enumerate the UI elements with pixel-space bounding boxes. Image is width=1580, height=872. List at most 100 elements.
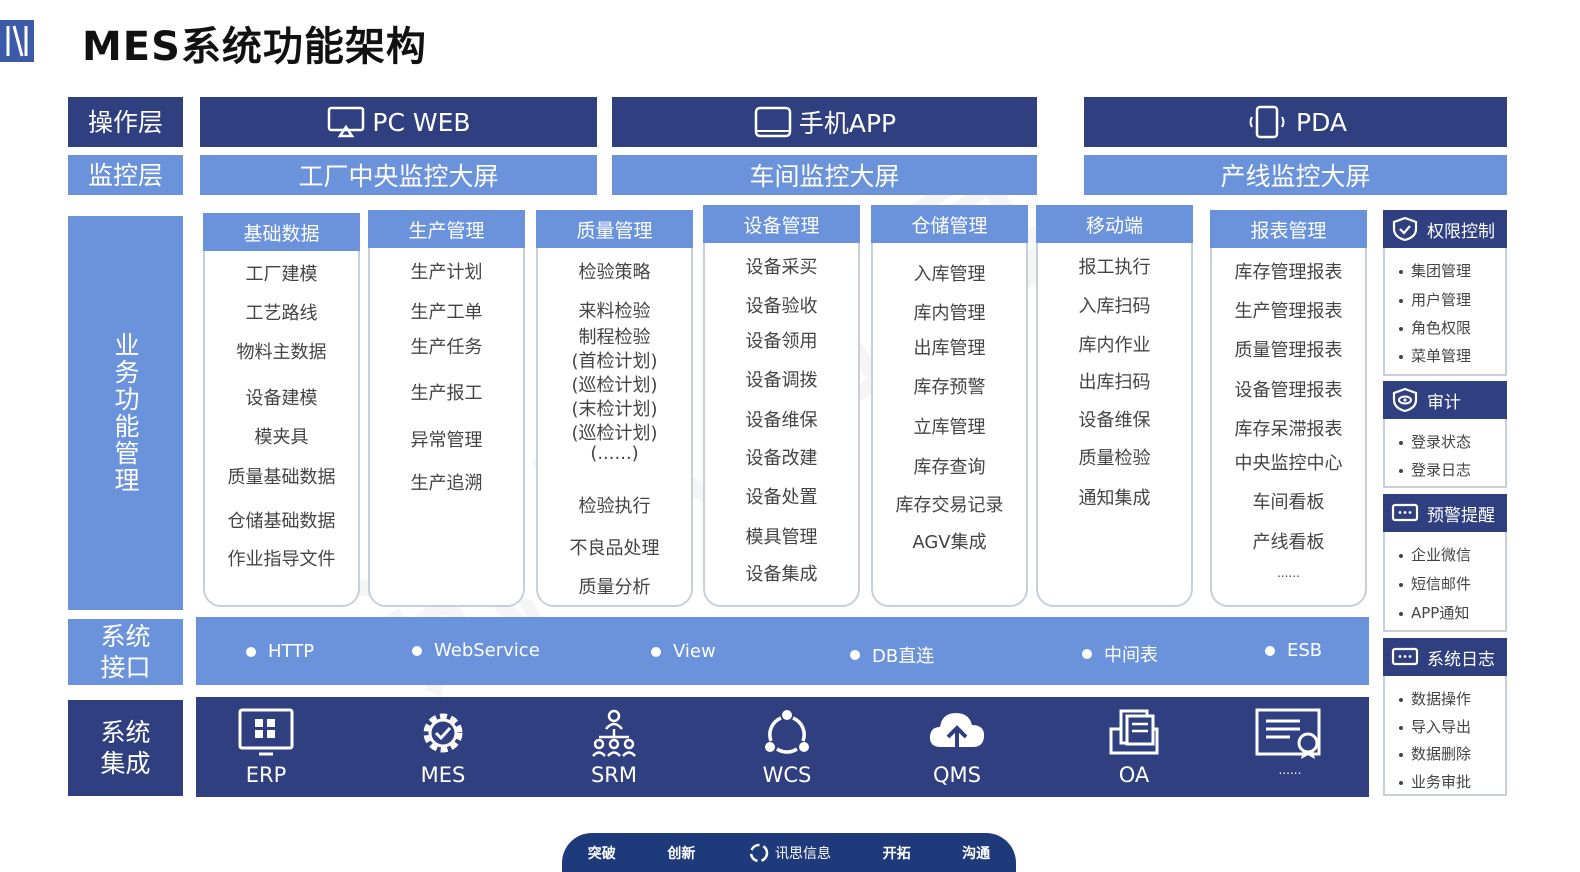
certificate-icon [1255,708,1321,759]
module-title: 基础数据 [203,213,360,251]
module-item: 检验策略 [578,262,651,283]
footer-logo: 讯思信息 [747,843,831,863]
interface-http: HTTP [246,641,314,662]
footer-item: 创新 [667,845,696,862]
module-item: 库存呆滞报表 [1234,419,1343,440]
erp-icon [238,708,294,756]
panel-title: 系统日志 [1427,649,1495,670]
message-icon [1391,647,1419,666]
panel-item: 短信邮件 [1399,573,1471,594]
module-title: 报表管理 [1210,210,1367,248]
panel-title: 审计 [1427,392,1461,413]
module-item: 检验执行 [578,496,651,517]
module-item: 设备维保 [1078,410,1151,431]
module-item: 库存管理报表 [1234,262,1343,283]
module-basic-data: 基础数据 工厂建模 工艺路线 物料主数据 设备建模 模夹具 质量基础数据 仓储基… [203,213,360,607]
module-title: 生产管理 [368,210,525,248]
module-reports: 报表管理 库存管理报表 生产管理报表 质量管理报表 设备管理报表 库存呆滞报表 … [1210,210,1367,607]
monitor-icon [328,106,365,138]
module-item: 不良品处理 [569,538,660,559]
panel-permission: 权限控制 集团管理 用户管理 角色权限 菜单管理 [1383,210,1507,376]
module-item: 设备领用 [745,331,818,352]
module-equipment: 设备管理 设备采买 设备验收 设备领用 设备调拨 设备维保 设备改建 设备处置 … [703,205,860,607]
module-item: AGV集成 [912,532,987,553]
module-item: 设备管理报表 [1234,380,1343,401]
module-item: 通知集成 [1078,488,1151,509]
module-item: 入库管理 [913,264,986,285]
module-item: 作业指导文件 [227,549,336,570]
panel-header: 预警提醒 [1383,494,1507,532]
shield-check-icon [1392,216,1418,242]
footer-item: 突破 [587,845,616,862]
panel-item: 菜单管理 [1399,345,1471,366]
line-monitor-bar: 产线监控大屏 [1084,155,1507,195]
module-item: 模夹具 [254,427,309,448]
panel-item: 集团管理 [1399,260,1471,281]
system-erp: ERP [211,707,321,787]
module-item: 来料检验 [578,301,651,322]
module-item: 库内管理 [913,303,986,324]
company-logo-icon [749,843,769,862]
module-item: 出库扫码 [1078,372,1151,393]
module-item: 产线看板 [1252,532,1325,553]
panel-item: APP通知 [1399,602,1469,623]
business-layer-label: 业务功能管理 [68,216,183,610]
pda-icon [1249,105,1285,139]
module-warehouse: 仓储管理 入库管理 库内管理 出库管理 库存预警 立库管理 库存查询 库存交易记… [871,205,1028,607]
interface-middle-table: 中间表 [1082,641,1158,667]
system-label: OA [1118,763,1150,787]
panel-item: 登录状态 [1399,431,1471,452]
system-more: ...... [1235,707,1345,777]
operation-layer-label: 操作层 [68,97,183,147]
system-wcs: WCS [732,707,842,787]
panel-audit: 审计 登录状态 登录日志 [1383,381,1507,488]
module-title: 移动端 [1036,205,1193,243]
factory-monitor-bar: 工厂中央监控大屏 [200,155,597,195]
module-item: 质量分析 [578,577,651,598]
interface-webservice: WebService [412,640,540,661]
pda-bar: PDA [1084,97,1507,147]
pc-web-label: PC WEB [372,107,471,137]
people-network-icon [592,709,636,757]
module-title: 设备管理 [703,205,860,243]
module-item: 设备集成 [745,564,818,585]
module-item: 物料主数据 [236,342,327,363]
footer-item: 沟通 [962,845,991,862]
cloud-upload-icon [929,713,985,751]
system-qms: QMS [902,707,1012,787]
interface-label: WebService [434,640,540,661]
workshop-monitor-bar: 车间监控大屏 [612,155,1037,195]
system-mes: MES [388,707,498,787]
integration-bar: ERP MES SRM WCS QMS OA ...... [196,697,1369,797]
system-label: WCS [762,763,812,787]
module-item: 报工执行 [1078,257,1151,278]
module-item: 生产任务 [410,337,483,358]
panel-header: 审计 [1383,381,1507,419]
page-title: MES系统功能架构 [82,24,427,70]
integration-layer-text: 系统集成 [100,718,151,778]
panel-item: 数据删除 [1399,743,1471,764]
system-label: SRM [590,763,638,787]
module-title: 仓储管理 [871,205,1028,243]
system-label: ...... [1278,763,1302,777]
cycle-icon [765,710,809,754]
module-item: 设备改建 [745,448,818,469]
module-title: 质量管理 [536,210,693,248]
panel-title: 权限控制 [1427,221,1495,242]
footer-badge: 突破 创新 讯思信息 开拓 沟通 [562,833,1016,872]
gear-check-icon [423,713,463,753]
module-item: (巡检计划) [571,423,658,444]
interface-view: View [651,641,716,662]
interface-label: View [673,641,716,662]
interface-layer-label: 系统接口 [68,619,183,685]
module-item: 仓储基础数据 [227,511,336,532]
tablet-icon [754,106,792,138]
pda-label: PDA [1296,107,1347,137]
panel-item: 导入导出 [1399,716,1471,737]
footer-company: 讯思信息 [774,845,831,862]
mobile-app-bar: 手机APP [612,97,1037,147]
documents-icon [1109,709,1159,755]
system-label: ERP [245,763,287,787]
panel-item: 企业微信 [1399,544,1471,565]
module-item: 制程检验 [578,327,651,348]
